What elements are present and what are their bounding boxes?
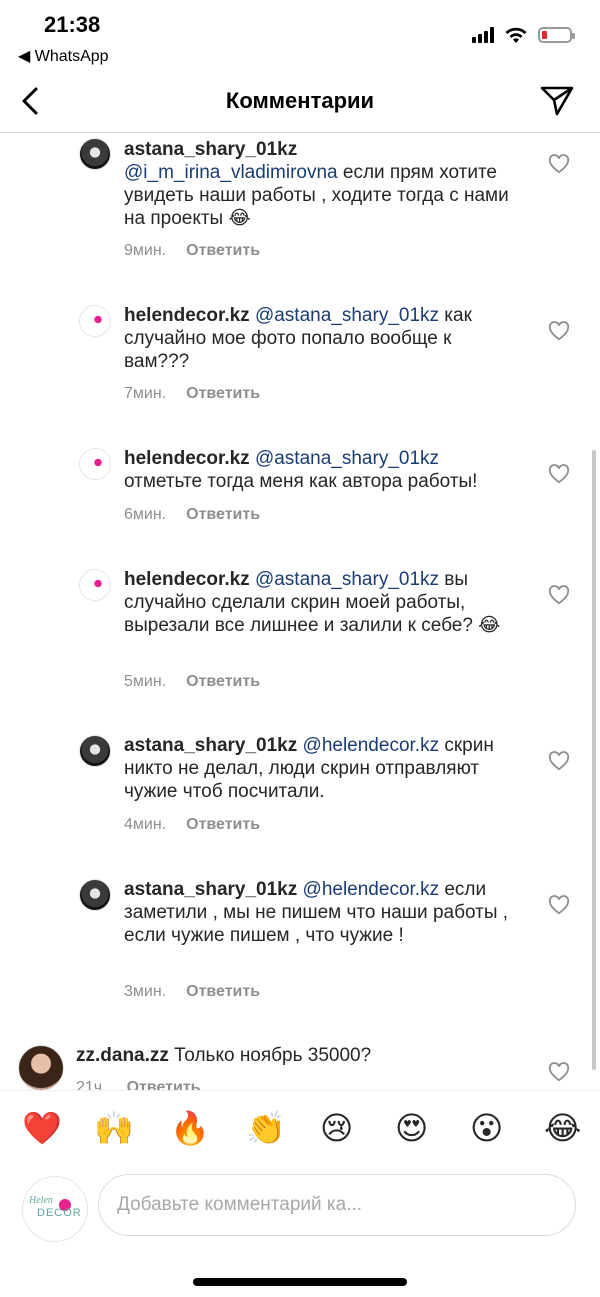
avatar-brand-top: Helen — [29, 1195, 53, 1206]
comments-list[interactable]: astana_shary_01kz @i_m_irina_vladimirovn… — [0, 133, 600, 1090]
comment-text: helendecor.kz @astana_shary_01kz вы случ… — [124, 568, 514, 637]
signal-icon — [472, 27, 494, 43]
comment-mention[interactable]: @i_m_irina_vladimirovna — [124, 162, 338, 183]
reply-button[interactable]: Ответить — [186, 385, 260, 402]
page-title: Комментарии — [225, 88, 375, 113]
avatar[interactable] — [79, 448, 111, 480]
comment-username[interactable]: helendecor.kz — [124, 448, 250, 469]
avatar[interactable] — [18, 1045, 64, 1090]
comment-username[interactable]: helendecor.kz — [124, 569, 250, 590]
comment-text: zz.dana.zz Только ноябрь 35000? — [76, 1044, 516, 1067]
heart-icon[interactable] — [548, 585, 570, 605]
nav-bar: Комментарии — [0, 70, 600, 133]
comment-meta: 21ч. Ответить — [76, 1079, 201, 1090]
heart-icon[interactable] — [548, 321, 570, 341]
heart-icon[interactable] — [548, 751, 570, 771]
comment-username[interactable]: astana_shary_01kz — [124, 735, 297, 756]
emoji-button[interactable]: ❤️ — [22, 1109, 62, 1147]
status-time: 21:38 — [44, 12, 101, 37]
comment-time: 21ч. — [76, 1079, 107, 1090]
comment-mention[interactable]: @astana_shary_01kz — [255, 448, 439, 469]
comment-time: 4мин. — [124, 816, 167, 833]
avatar[interactable] — [79, 138, 111, 170]
comment-body: Только ноябрь 35000? — [168, 1045, 372, 1066]
back-to-app-link[interactable]: ◀ WhatsApp — [18, 46, 109, 66]
comment-time: 5мин. — [124, 673, 167, 690]
battery-icon — [538, 27, 575, 43]
comment-meta: 7мин. Ответить — [124, 385, 260, 403]
comment-meta: 5мин. Ответить — [124, 673, 260, 691]
emoji-button[interactable]: 😮 — [470, 1109, 503, 1147]
wifi-icon — [505, 27, 527, 43]
heart-icon[interactable] — [548, 464, 570, 484]
avatar[interactable] — [79, 879, 111, 911]
comment-text: astana_shary_01kz @helendecor.kz скрин н… — [124, 734, 514, 803]
reply-button[interactable]: Ответить — [186, 242, 260, 259]
comment-meta: 4мин. Ответить — [124, 816, 260, 834]
comment-time: 7мин. — [124, 385, 167, 402]
comment-input[interactable] — [98, 1174, 576, 1236]
reply-button[interactable]: Ответить — [186, 816, 260, 833]
comment-mention[interactable]: @astana_shary_01kz — [255, 305, 439, 326]
comment-time: 9мин. — [124, 242, 167, 259]
comment-mention[interactable]: @helendecor.kz — [303, 879, 440, 900]
avatar: Helen DECOR — [22, 1176, 88, 1242]
comment-body: отметьте тогда меня как автора работы! — [124, 471, 478, 492]
reply-button[interactable]: Ответить — [186, 983, 260, 1000]
comment-time: 6мин. — [124, 506, 167, 523]
avatar[interactable] — [79, 569, 111, 601]
comment-text: astana_shary_01kz @i_m_irina_vladimirovn… — [124, 138, 514, 230]
comment-mention[interactable]: @helendecor.kz — [303, 735, 440, 756]
comment-composer: Helen DECOR — [0, 1166, 600, 1266]
comment-username[interactable]: astana_shary_01kz — [124, 139, 297, 160]
status-icons — [472, 24, 575, 46]
emoji-button[interactable]: 😢 — [320, 1109, 353, 1147]
paper-plane-icon[interactable] — [538, 82, 576, 120]
comment-text: helendecor.kz @astana_shary_01kz как слу… — [124, 304, 514, 373]
comment-text: astana_shary_01kz @helendecor.kz если за… — [124, 878, 514, 947]
emoji-button[interactable]: 🙌 — [94, 1109, 134, 1147]
emoji-button[interactable]: 😍 — [395, 1109, 428, 1147]
emoji-button[interactable]: 🔥 — [170, 1109, 210, 1147]
emoji-button[interactable]: 👏 — [246, 1109, 286, 1147]
comment-meta: 9мин. Ответить — [124, 242, 260, 260]
heart-icon[interactable] — [548, 895, 570, 915]
reply-button[interactable]: Ответить — [186, 506, 260, 523]
comment-username[interactable]: astana_shary_01kz — [124, 879, 297, 900]
reply-button[interactable]: Ответить — [186, 673, 260, 690]
scrollbar[interactable] — [592, 450, 596, 1070]
comment-meta: 3мин. Ответить — [124, 983, 260, 1001]
comment-text: helendecor.kz @astana_shary_01kz отметьт… — [124, 447, 514, 493]
comment-meta: 6мин. Ответить — [124, 506, 260, 524]
heart-icon[interactable] — [548, 1062, 570, 1082]
reply-button[interactable]: Ответить — [127, 1079, 201, 1090]
comment-mention[interactable]: @astana_shary_01kz — [255, 569, 439, 590]
heart-icon[interactable] — [548, 154, 570, 174]
comment-time: 3мин. — [124, 983, 167, 1000]
comment-username[interactable]: helendecor.kz — [124, 305, 250, 326]
emoji-button[interactable]: 😂 — [544, 1109, 581, 1147]
avatar[interactable] — [79, 735, 111, 767]
home-indicator[interactable] — [193, 1278, 407, 1286]
status-bar: 21:38 ◀ WhatsApp — [0, 0, 600, 70]
emoji-reaction-bar: ❤️ 🙌 🔥 👏 😢 😍 😮 😂 — [0, 1090, 600, 1167]
avatar-brand: DECOR — [37, 1207, 82, 1219]
avatar[interactable] — [79, 305, 111, 337]
comment-username[interactable]: zz.dana.zz — [76, 1045, 169, 1066]
